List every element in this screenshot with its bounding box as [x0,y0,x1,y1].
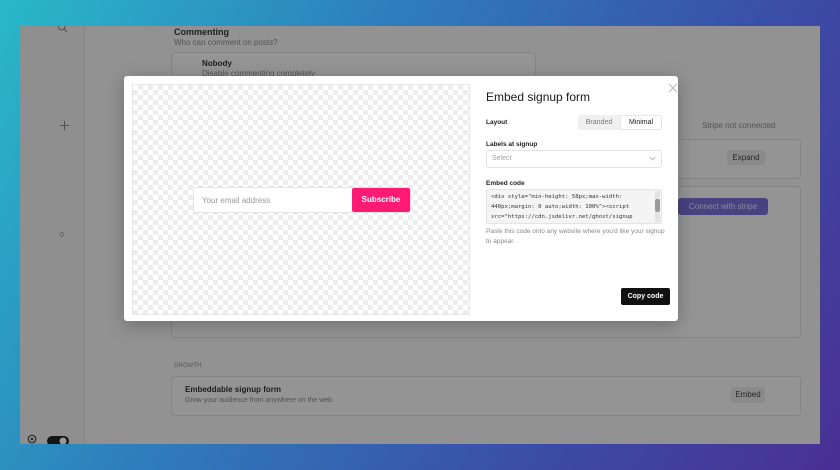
modal-title: Embed signup form [486,90,591,104]
layout-option-minimal[interactable]: Minimal [621,116,661,129]
embed-code-text: <div style="min-height: 58px;max-width: 4… [491,192,653,222]
form-preview: Subscribe [132,84,470,315]
signup-form-preview: Subscribe [193,187,411,213]
copy-code-button[interactable]: Copy code [621,288,670,305]
labels-select[interactable]: Select [486,150,662,168]
code-scrollbar[interactable] [655,191,660,222]
layout-option-branded[interactable]: Branded [579,116,619,129]
layout-toggle: Branded Minimal [578,115,662,130]
email-input[interactable] [194,188,350,212]
code-line: src="https://cdn.jsdelivr.net/ghost/sign… [491,214,633,220]
scroll-thumb[interactable] [655,199,660,212]
layout-label: Layout [486,119,508,126]
embed-code-label: Embed code [486,180,525,187]
embed-code-textarea[interactable]: <div style="min-height: 58px;max-width: 4… [486,189,662,224]
code-line: 440px;margin: 0 auto;width: 100%"><scrip… [491,204,630,210]
embed-settings-panel: Embed signup form Layout Branded Minimal… [486,76,678,321]
subscribe-button[interactable]: Subscribe [352,188,410,212]
close-icon[interactable] [668,82,678,96]
embed-hint: Paste this code onto any website where y… [486,228,665,245]
labels-at-signup-label: Labels at signup [486,141,538,148]
select-placeholder: Select [492,155,512,162]
chevron-down-icon [649,150,656,169]
embed-signup-modal: Subscribe Embed signup form Layout Brand… [124,76,678,321]
code-line: <div style="min-height: 58px;max-width: [491,194,623,200]
